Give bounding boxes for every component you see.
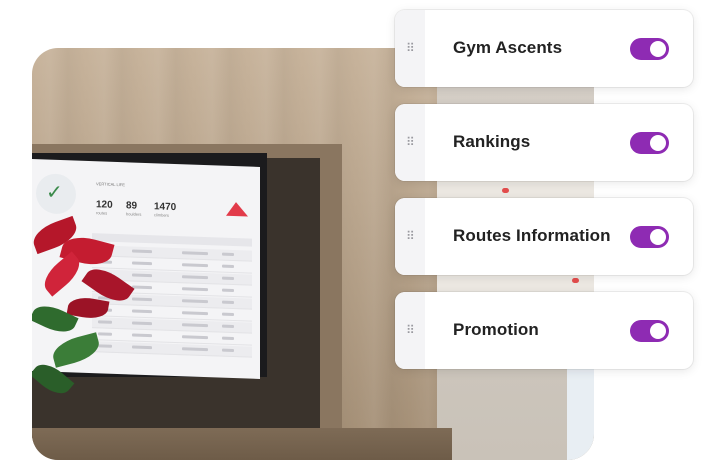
brand-logo-icon bbox=[226, 202, 248, 217]
screen-title: VERTICAL LIFE bbox=[96, 181, 125, 188]
toggle-knob bbox=[650, 323, 666, 339]
card-label: Rankings bbox=[453, 132, 531, 151]
screen-table bbox=[32, 159, 260, 358]
screen-stat: 1470 climbers bbox=[154, 201, 177, 218]
screen-stat: 120 routes bbox=[96, 199, 113, 216]
promotion-toggle[interactable] bbox=[630, 320, 669, 342]
card-label: Promotion bbox=[453, 320, 539, 339]
widget-card-promotion: ⠿ Promotion bbox=[395, 292, 693, 369]
drag-handle[interactable]: ⠿ bbox=[395, 198, 425, 275]
drag-handle[interactable]: ⠿ bbox=[395, 104, 425, 181]
toggle-knob bbox=[650, 41, 666, 57]
ledge bbox=[32, 428, 452, 460]
gym-ascents-toggle[interactable] bbox=[630, 38, 669, 60]
drag-handle-icon[interactable]: ⠿ bbox=[406, 136, 416, 148]
toggle-knob bbox=[650, 229, 666, 245]
screen-tabs bbox=[92, 233, 252, 247]
drag-handle-icon[interactable]: ⠿ bbox=[406, 42, 416, 54]
routes-information-toggle[interactable] bbox=[630, 226, 669, 248]
check-logo-icon: ✓ bbox=[46, 181, 63, 205]
rankings-toggle[interactable] bbox=[630, 132, 669, 154]
widget-card-gym-ascents: ⠿ Gym Ascents bbox=[395, 10, 693, 87]
climbing-hold bbox=[572, 278, 579, 283]
card-label: Gym Ascents bbox=[453, 38, 563, 57]
card-label: Routes Information bbox=[453, 226, 611, 245]
toggle-knob bbox=[650, 135, 666, 151]
screen-stat: 89 boulders bbox=[126, 200, 142, 217]
drag-handle[interactable]: ⠿ bbox=[395, 10, 425, 87]
widget-card-rankings: ⠿ Rankings bbox=[395, 104, 693, 181]
drag-handle-icon[interactable]: ⠿ bbox=[406, 324, 416, 336]
drag-handle[interactable]: ⠿ bbox=[395, 292, 425, 369]
climbing-hold bbox=[502, 188, 509, 193]
drag-handle-icon[interactable]: ⠿ bbox=[406, 230, 416, 242]
widget-card-routes-information: ⠿ Routes Information bbox=[395, 198, 693, 275]
